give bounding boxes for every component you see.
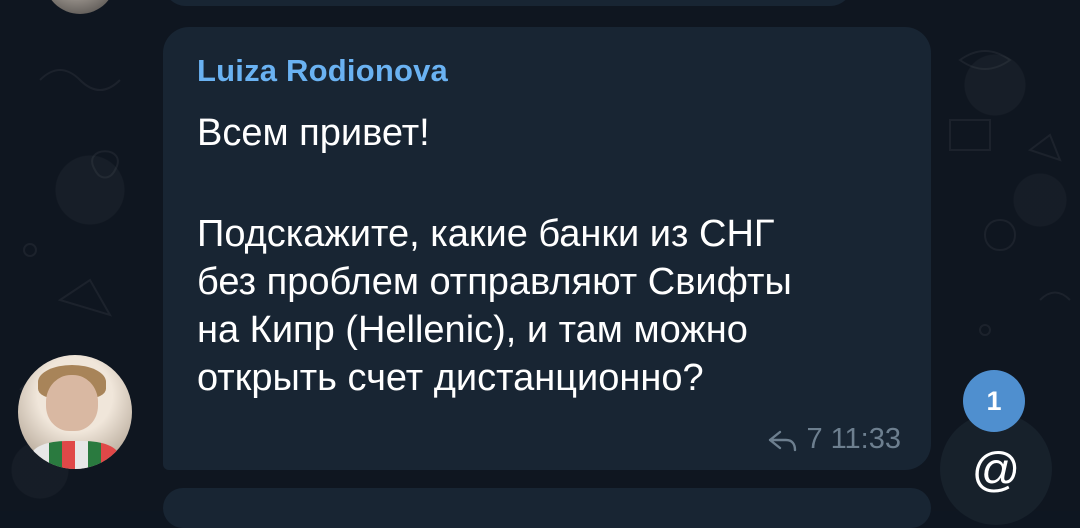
message-text: Всем привет! Подскажите, какие банки из … [197, 109, 912, 402]
sender-name[interactable]: Luiza Rodionova [197, 53, 448, 89]
message-bubble[interactable]: Luiza Rodionova Всем привет! Подскажите,… [163, 27, 931, 470]
unread-mentions-badge: 1 [963, 370, 1025, 432]
message-greeting: Всем привет! [197, 112, 430, 154]
previous-message-bubble[interactable] [163, 0, 853, 6]
message-line: Подскажите, какие банки из СНГ [197, 213, 775, 255]
message-meta[interactable]: 7 11:33 [766, 423, 901, 456]
mention-icon: @ [971, 444, 1021, 497]
avatar-shirt [32, 441, 118, 469]
next-message-bubble[interactable] [163, 488, 931, 528]
avatar-face [46, 375, 98, 431]
message-line: без проблем отправляют Свифты [197, 261, 792, 303]
message-line: на Кипр (Hellenic), и там можно [197, 309, 748, 351]
sender-avatar[interactable] [18, 355, 132, 469]
message-time: 11:33 [830, 423, 901, 455]
reply-arrow-icon [769, 430, 797, 451]
replies-count: 7 [806, 423, 823, 455]
message-line: открыть счет дистанционно? [197, 357, 704, 399]
